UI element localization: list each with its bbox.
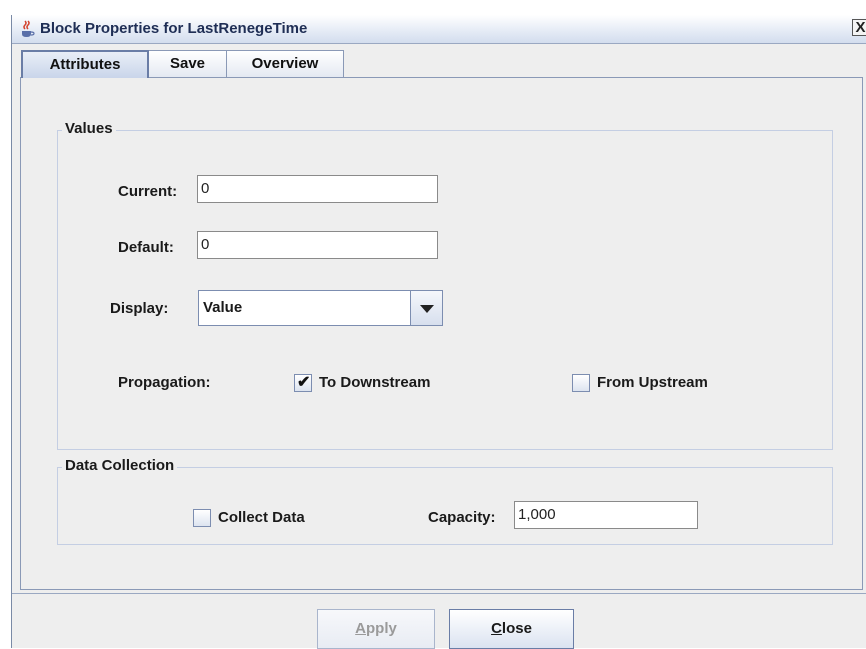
window-title: Block Properties for LastRenegeTime — [40, 20, 308, 37]
block-properties-dialog: Block Properties for LastRenegeTime X At… — [11, 15, 866, 649]
data-collection-group-title: Data Collection — [62, 457, 178, 474]
propagation-label: Propagation: — [118, 374, 211, 391]
from-upstream-checkbox[interactable] — [572, 374, 590, 392]
capacity-field[interactable]: 1,000 — [514, 501, 698, 529]
data-collection-group — [57, 467, 833, 545]
collect-data-checkbox[interactable] — [193, 509, 211, 527]
apply-button[interactable]: Apply — [317, 609, 435, 649]
tab-overview[interactable]: Overview — [226, 50, 344, 77]
close-window-button[interactable]: X — [852, 19, 866, 36]
apply-label-rest: pply — [366, 620, 397, 637]
current-field[interactable]: 0 — [197, 175, 438, 203]
values-group — [57, 130, 833, 450]
close-button[interactable]: Close — [449, 609, 574, 649]
close-mnemonic: C — [491, 620, 502, 637]
from-upstream-label[interactable]: From Upstream — [597, 374, 708, 391]
title-bar[interactable]: Block Properties for LastRenegeTime X — [12, 15, 866, 44]
close-label-rest: lose — [501, 620, 532, 637]
tab-save[interactable]: Save — [148, 50, 227, 77]
chevron-down-icon — [420, 305, 434, 313]
to-downstream-checkbox[interactable]: ✔ — [294, 374, 312, 392]
capacity-label: Capacity: — [428, 509, 496, 526]
current-label: Current: — [118, 183, 178, 200]
display-label: Display: — [110, 300, 169, 317]
tab-attributes[interactable]: Attributes — [21, 50, 149, 78]
default-label: Default: — [118, 239, 174, 256]
default-field[interactable]: 0 — [197, 231, 438, 259]
display-combobox[interactable]: Value — [198, 290, 443, 326]
display-selected-value: Value — [203, 299, 243, 316]
values-group-title: Values — [62, 120, 116, 137]
java-cup-icon — [22, 20, 35, 37]
checkmark-icon: ✔ — [297, 374, 311, 391]
apply-mnemonic: A — [355, 620, 366, 637]
footer-separator — [12, 593, 866, 594]
display-dropdown-button[interactable] — [410, 291, 442, 325]
collect-data-label[interactable]: Collect Data — [218, 509, 305, 526]
to-downstream-label[interactable]: To Downstream — [319, 374, 430, 391]
